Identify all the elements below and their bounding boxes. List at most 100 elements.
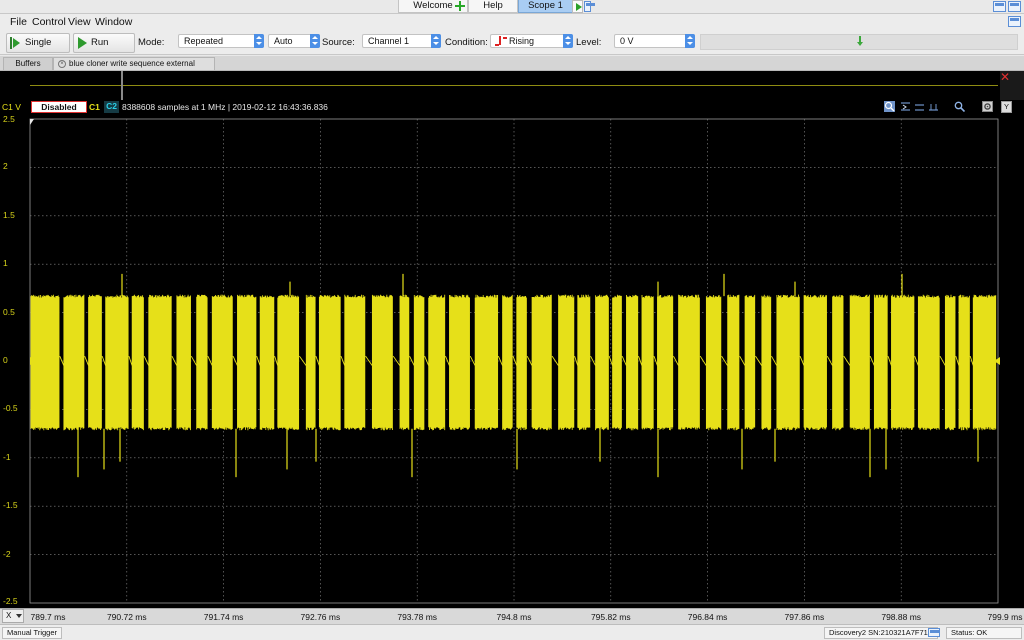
- source-dropdown-icon: [431, 34, 441, 48]
- level-dropdown-icon: [685, 34, 695, 48]
- auto-dropdown-icon: [310, 34, 320, 48]
- dock-icon[interactable]: [1008, 16, 1021, 27]
- run-button[interactable]: Run: [73, 33, 135, 53]
- status-ok: Status: OK: [946, 627, 1022, 639]
- overview-close-area: ✕: [1000, 71, 1024, 100]
- y-tick-label: 0.5: [3, 306, 15, 317]
- device-info[interactable]: Discovery2 SN:210321A7F71E: [824, 627, 938, 639]
- disabled-badge[interactable]: Disabled: [31, 101, 87, 113]
- x-tick-label: 794.8 ms: [496, 612, 532, 622]
- condition-label: Condition:: [445, 37, 488, 48]
- y-unit-label: C1 V: [2, 102, 21, 112]
- x-tick-label: 789.7 ms: [30, 612, 66, 622]
- single-button-label: Single: [25, 37, 52, 48]
- buffers-tab[interactable]: Buffers: [3, 57, 53, 70]
- status-label: Status: OK: [951, 628, 988, 637]
- auto-value: Auto: [274, 36, 293, 46]
- channel-header: C1 V Disabled C1 C2 8388608 samples at 1…: [0, 100, 1024, 114]
- condition-dropdown-icon: [563, 34, 573, 48]
- mode-select[interactable]: Repeated: [178, 34, 264, 48]
- y-tick-label: 2: [3, 161, 8, 172]
- x-axis-button[interactable]: X: [2, 609, 24, 623]
- single-acquisition-icon: [10, 37, 21, 49]
- trigger-position-arrow-icon[interactable]: [857, 36, 863, 47]
- close-buffer-icon[interactable]: ×: [58, 60, 66, 68]
- run-icon: [78, 37, 87, 49]
- y-tick-label: -2.5: [3, 596, 18, 606]
- y-tick-label: -2: [3, 548, 11, 559]
- device-manager-icon[interactable]: [928, 628, 940, 637]
- auto-select[interactable]: Auto: [268, 34, 320, 48]
- mode-label: Mode:: [138, 37, 165, 48]
- x-tick-label: 791.74 ms: [203, 612, 244, 622]
- y-tick-label: 2.5: [3, 114, 15, 124]
- x-tick-label: 796.84 ms: [687, 612, 728, 622]
- condition-select[interactable]: Rising: [490, 34, 573, 48]
- mode-dropdown-icon: [254, 34, 264, 48]
- buffers-tab-label: Buffers: [15, 59, 41, 68]
- status-bar: Manual Trigger Discovery2 SN:210321A7F71…: [0, 624, 1024, 640]
- menu-view[interactable]: View: [68, 16, 91, 28]
- menu-file[interactable]: File: [10, 16, 27, 28]
- window-undock-icon[interactable]: [1008, 1, 1021, 12]
- y-axis-button[interactable]: Y: [1001, 101, 1012, 113]
- tab-help[interactable]: Help: [468, 0, 518, 13]
- source-select[interactable]: Channel 1: [362, 34, 441, 48]
- x-tick-label: 799.9 ms: [987, 612, 1023, 622]
- disabled-label: Disabled: [41, 102, 77, 112]
- y-tick-label: 1: [3, 258, 8, 269]
- manual-trigger-button[interactable]: Manual Trigger: [2, 627, 63, 639]
- menu-control[interactable]: Control: [32, 16, 66, 28]
- y-tick-label: 1.5: [3, 209, 15, 220]
- cursor-tool-icon[interactable]: [900, 101, 911, 112]
- trigger-position-marker: [30, 119, 34, 125]
- x-tick-label: 797.86 ms: [784, 612, 825, 622]
- level-value: 0 V: [620, 36, 634, 46]
- channel-1-toggle[interactable]: C1: [89, 102, 100, 112]
- window-layout-icon[interactable]: [993, 1, 1006, 12]
- tab-scope-1-label: Scope 1: [528, 0, 563, 11]
- level-label: Level:: [576, 37, 602, 48]
- horizontal-cursor-icon[interactable]: [914, 101, 925, 112]
- settings-gear-icon[interactable]: [982, 101, 993, 112]
- y-tick-label: -1.5: [3, 500, 18, 511]
- x-axis-button-label: X: [6, 611, 12, 620]
- scope-plot[interactable]: 2.5 2 1.5 1 0.5 0 -0.5 -1 -1.5 -2 -2.5: [0, 114, 1024, 608]
- tab-options-icon[interactable]: [584, 1, 595, 12]
- rising-edge-icon: [495, 36, 507, 46]
- zoom-icon[interactable]: [954, 101, 966, 113]
- source-value: Channel 1: [368, 36, 410, 46]
- x-tick-label: 795.82 ms: [590, 612, 631, 622]
- mode-value: Repeated: [184, 36, 224, 46]
- single-button[interactable]: Single: [6, 33, 70, 53]
- buffers-bar: Buffers × blue cloner write sequence ext…: [0, 56, 1024, 80]
- overview-cursor[interactable]: [121, 71, 123, 100]
- menu-window[interactable]: Window: [95, 16, 132, 28]
- x-axis-dropdown-icon: [16, 614, 22, 618]
- scope-plot-svg: [29, 118, 1000, 604]
- trace-channel-1: [30, 294, 997, 431]
- source-label: Source:: [322, 37, 355, 48]
- zoom-select-icon[interactable]: [884, 101, 895, 112]
- overview-strip[interactable]: ✕: [0, 71, 1024, 100]
- x-tick-label: 792.76 ms: [300, 612, 341, 622]
- time-axis: 789.7 ms 790.72 ms 791.74 ms 792.76 ms 793.7…: [0, 608, 1024, 624]
- toolbar: Single Run Mode: Repeated Auto Source: C…: [0, 31, 1024, 55]
- tab-scope-1[interactable]: Scope 1: [518, 0, 573, 13]
- run-button-label: Run: [91, 37, 109, 48]
- condition-value: Rising: [509, 36, 535, 46]
- close-overview-icon[interactable]: ✕: [1000, 71, 1010, 83]
- run-tab-icon[interactable]: [572, 0, 583, 13]
- manual-trigger-label: Manual Trigger: [7, 628, 58, 637]
- y-tick-label: -1: [3, 451, 11, 462]
- measure-icon[interactable]: [928, 101, 939, 112]
- y-tick-label: -0.5: [3, 403, 18, 414]
- x-tick-label: 790.72 ms: [106, 612, 147, 622]
- level-input[interactable]: 0 V: [614, 34, 695, 48]
- buffer-file-tab[interactable]: × blue cloner write sequence external an…: [53, 57, 215, 80]
- device-label: Discovery2 SN:210321A7F71E: [829, 628, 933, 637]
- tab-welcome-label: Welcome: [413, 0, 453, 11]
- x-tick-label: 798.88 ms: [881, 612, 922, 622]
- add-tab-icon[interactable]: [455, 1, 465, 11]
- channel-2-toggle[interactable]: C2: [104, 101, 119, 113]
